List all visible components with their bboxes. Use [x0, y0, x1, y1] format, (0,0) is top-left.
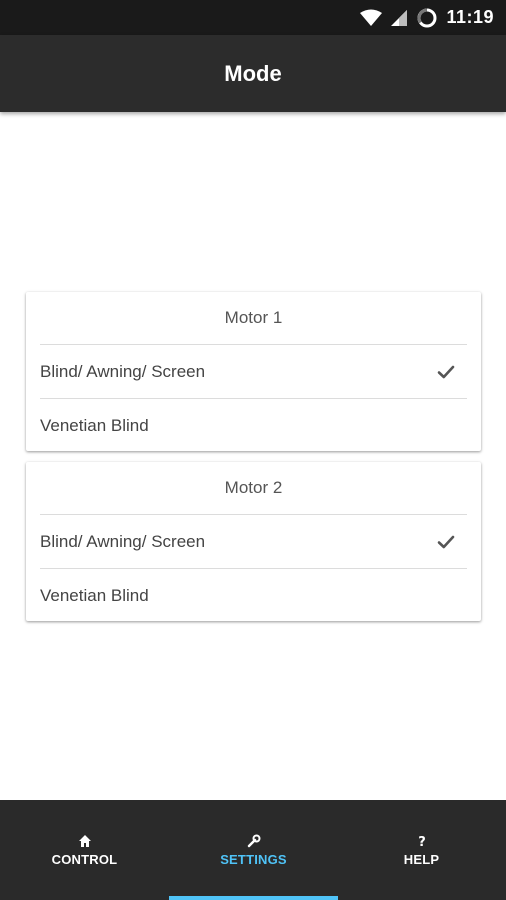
motor-2-option-blind-awning-screen[interactable]: Blind/ Awning/ Screen [40, 515, 467, 569]
motor-2-option-venetian-blind[interactable]: Venetian Blind [40, 569, 467, 622]
motor-1-card: Motor 1 Blind/ Awning/ Screen Venetian B… [26, 292, 481, 451]
motor-2-title: Motor 2 [40, 462, 467, 515]
check-icon [437, 535, 455, 548]
page-title: Mode [224, 60, 282, 86]
motor-1-title: Motor 1 [40, 292, 467, 345]
status-bar: 11:19 [0, 0, 506, 35]
nav-control-label: CONTROL [51, 851, 118, 867]
option-label: Venetian Blind [40, 585, 149, 605]
nav-control[interactable]: CONTROL [0, 800, 169, 900]
cell-signal-icon [391, 9, 408, 26]
nav-settings-label: SETTINGS [220, 851, 287, 867]
option-label: Blind/ Awning/ Screen [40, 531, 206, 551]
bottom-nav: CONTROL SETTINGS ? HELP [0, 800, 506, 900]
motor-2-card: Motor 2 Blind/ Awning/ Screen Venetian B… [26, 462, 481, 621]
nav-help-label: HELP [403, 851, 440, 867]
nav-active-indicator [169, 896, 338, 900]
svg-text:?: ? [418, 835, 426, 848]
nav-settings[interactable]: SETTINGS [169, 800, 338, 900]
status-time: 11:19 [446, 7, 494, 27]
nav-help[interactable]: ? HELP [337, 800, 506, 900]
home-icon [78, 834, 91, 847]
wifi-icon [360, 9, 383, 26]
motor-1-option-venetian-blind[interactable]: Venetian Blind [40, 399, 467, 452]
option-label: Blind/ Awning/ Screen [40, 361, 206, 381]
wrench-icon [247, 834, 260, 847]
option-label: Venetian Blind [40, 415, 149, 435]
question-icon: ? [418, 835, 426, 848]
check-icon [437, 365, 455, 378]
app-bar: Mode [0, 35, 506, 112]
motor-1-option-blind-awning-screen[interactable]: Blind/ Awning/ Screen [40, 345, 467, 399]
status-icons: 11:19 [360, 0, 494, 35]
battery-icon [417, 8, 437, 27]
